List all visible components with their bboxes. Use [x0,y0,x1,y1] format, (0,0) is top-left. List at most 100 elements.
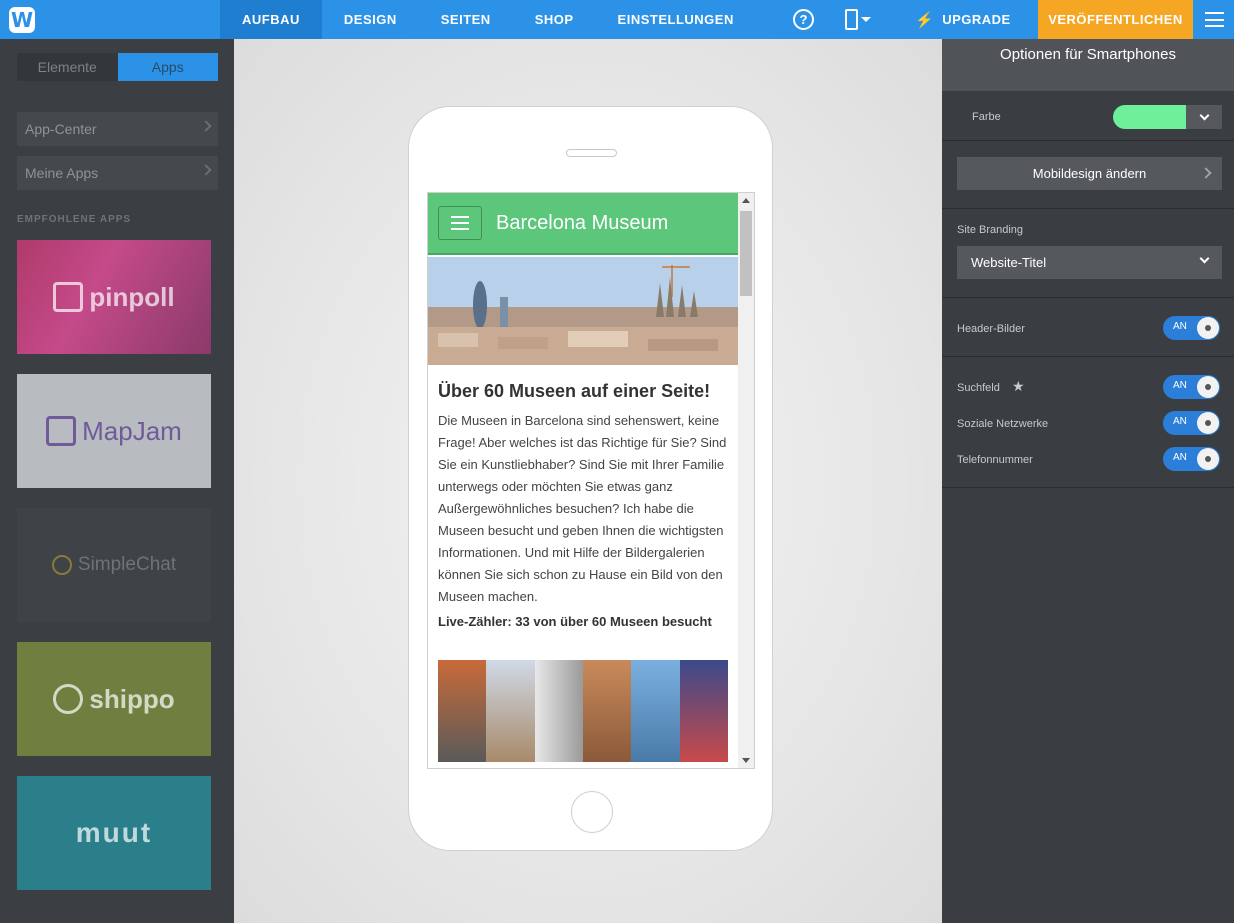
mobile-menu-icon[interactable] [438,206,482,240]
color-swatch[interactable] [1113,105,1186,129]
divider [942,297,1234,298]
site-header: Barcelona Museum [428,193,738,255]
content-section[interactable]: Über 60 Museen auf einer Seite! Die Muse… [438,381,730,629]
chevron-down-icon [1199,253,1210,264]
top-bar: W AUFBAU DESIGN SEITEN SHOP EINSTELLUNGE… [0,0,1234,39]
gallery-image [486,660,535,762]
gallery-image [534,660,583,762]
divider [942,140,1234,141]
toggle-on-label: AN [1173,452,1187,463]
upgrade-label: UPGRADE [942,12,1011,27]
my-apps-row[interactable]: Meine Apps [17,156,218,190]
pinpoll-icon [53,282,84,312]
gallery-image [631,660,680,762]
weebly-logo[interactable]: W [0,0,44,39]
scroll-up-icon[interactable] [742,198,750,203]
star-icon: ★ [1012,378,1025,394]
phone-number-label: Telefonnummer [957,454,1033,466]
content-heading: Über 60 Museen auf einer Seite! [438,381,711,401]
smartphone-icon [845,9,858,30]
tab-design[interactable]: DESIGN [322,0,419,39]
options-panel: Optionen für Smartphones Farbe Mobildesi… [942,39,1234,923]
lightning-icon: ⚡ [915,11,935,29]
barcelona-skyline-image [428,257,738,365]
logo-icon: W [9,6,35,33]
publish-button[interactable]: VERÖFFENTLICHEN [1038,0,1193,39]
panel-title: Optionen für Smartphones [942,39,1234,91]
site-branding-value: Website-Titel [971,255,1047,270]
chevron-down-icon [1199,110,1209,121]
preview-scrollbar[interactable] [738,193,754,768]
app-center-label: App-Center [25,121,97,137]
app-name: MapJam [82,415,182,446]
app-tile-muut[interactable]: muut [17,776,211,890]
color-picker[interactable] [1113,105,1222,129]
color-label: Farbe [972,111,1001,123]
search-label: Suchfeld [957,382,1000,394]
app-name: shippo [89,683,175,714]
phone-number-toggle[interactable]: AN [1163,447,1220,471]
scroll-thumb[interactable] [740,211,752,296]
app-tile-mapjam[interactable]: MapJam [17,374,211,488]
search-toggle[interactable]: AN [1163,375,1220,399]
tab-aufbau[interactable]: AUFBAU [220,0,322,39]
app-tile-simplechat[interactable]: SimpleChat [17,508,211,622]
phone-screen[interactable]: Barcelona Museum Über 60 Museen auf eine… [427,192,755,769]
chevron-right-icon [200,164,212,176]
app-tile-shippo[interactable]: shippo [17,642,211,756]
my-apps-label: Meine Apps [25,165,99,181]
map-pin-icon [46,416,77,446]
tab-seiten[interactable]: SEITEN [419,0,513,39]
site-branding-select[interactable]: Website-Titel [957,246,1222,279]
gallery-image [438,660,487,762]
gallery-image [582,660,632,762]
help-icon[interactable]: ? [793,9,814,30]
tab-shop[interactable]: SHOP [513,0,596,39]
live-counter: Live-Zähler: 33 von über 60 Museen besuc… [438,614,712,629]
app-tile-pinpoll[interactable]: pinpoll [17,240,211,354]
content-paragraph: Die Museen in Barcelona sind sehenswert,… [438,413,727,604]
preview-canvas: Barcelona Museum Über 60 Museen auf eine… [234,39,942,923]
element-app-switch: Elemente Apps [17,53,218,81]
tab-einstellungen[interactable]: EINSTELLUNGEN [596,0,756,39]
image-gallery[interactable] [438,660,728,762]
recommended-apps-title: EMPFOHLENE APPS [17,214,132,225]
toggle-on-label: AN [1173,380,1187,391]
toggle-knob [1197,448,1219,470]
header-images-toggle[interactable]: AN [1163,316,1220,340]
toggle-knob [1197,376,1219,398]
header-image[interactable] [428,257,738,365]
tab-elemente[interactable]: Elemente [17,53,118,81]
upgrade-button[interactable]: ⚡ UPGRADE [915,0,1011,39]
device-switcher[interactable] [845,9,871,30]
main-nav: AUFBAU DESIGN SEITEN SHOP EINSTELLUNGEN [220,0,756,39]
phone-frame: Barcelona Museum Über 60 Museen auf eine… [408,106,773,851]
app-name: SimpleChat [77,554,177,575]
change-mobile-design-button[interactable]: Mobildesign ändern [957,157,1222,190]
app-center-row[interactable]: App-Center [17,112,218,146]
tab-apps[interactable]: Apps [117,53,218,81]
divider [942,356,1234,357]
toggle-knob [1197,317,1219,339]
chevron-right-icon [200,120,212,132]
toggle-on-label: AN [1173,416,1187,427]
shippo-icon [53,684,84,714]
caret-down-icon [861,17,871,22]
site-branding-label: Site Branding [957,224,1024,236]
toggle-knob [1197,412,1219,434]
gallery-image [679,660,728,762]
phone-home-button [571,791,613,833]
chat-bubble-icon [51,555,72,575]
social-networks-label: Soziale Netzwerke [957,418,1049,430]
site-title[interactable]: Barcelona Museum [496,212,668,235]
left-sidebar: Elemente Apps App-Center Meine Apps EMPF… [0,39,234,923]
hamburger-menu-icon[interactable] [1205,12,1224,27]
header-images-label: Header-Bilder [957,323,1025,335]
change-mobile-design-label: Mobildesign ändern [1032,166,1147,181]
social-networks-toggle[interactable]: AN [1163,411,1220,435]
scroll-down-icon[interactable] [742,758,750,763]
divider [942,487,1234,488]
phone-speaker [566,149,617,157]
app-name: muut [75,817,153,848]
color-dropdown[interactable] [1186,105,1222,129]
